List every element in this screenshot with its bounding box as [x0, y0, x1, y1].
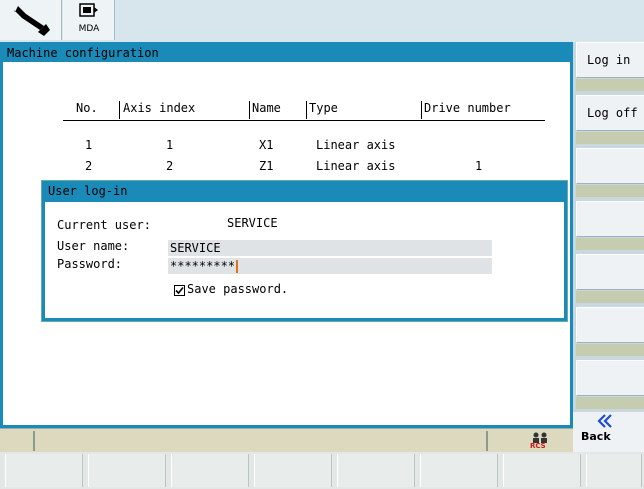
wrench-icon	[14, 6, 50, 36]
cell-axis-index: 1	[166, 138, 174, 152]
cell-axis-index: 2	[166, 159, 174, 173]
current-user-value: SERVICE	[227, 216, 278, 230]
status-divider	[486, 431, 488, 451]
dialog-title: User log-in	[48, 184, 128, 198]
dialog-body: Current user: SERVICE User name: SERVICE…	[45, 202, 564, 318]
save-password-checkbox[interactable]	[174, 285, 185, 296]
horizontal-softkey-2[interactable]	[88, 454, 166, 487]
softkey-separator	[576, 291, 644, 303]
current-user-label: Current user:	[57, 218, 151, 232]
mda-label: MDA	[78, 24, 100, 34]
double-chevron-left-icon	[597, 414, 612, 428]
softkey-5[interactable]	[576, 254, 644, 290]
cell-type: Linear axis	[316, 138, 396, 152]
vertical-softkey-bar: Log in Log off	[573, 42, 644, 428]
back-softkey[interactable]: Back	[573, 412, 644, 452]
username-label: User name:	[57, 239, 130, 253]
log-off-softkey[interactable]: Log off	[576, 95, 644, 131]
cell-type: Linear axis	[316, 159, 396, 173]
text-caret	[236, 260, 239, 273]
softkey-separator	[576, 397, 644, 409]
col-header-no: No.	[76, 101, 98, 115]
back-label: Back	[581, 430, 611, 443]
top-bar: MDA	[0, 0, 644, 42]
mda-button[interactable]: MDA	[63, 0, 115, 40]
status-bar: RCS	[0, 428, 573, 452]
horizontal-softkey-5[interactable]	[337, 454, 415, 487]
softkey-separator	[576, 344, 644, 356]
password-value: *********	[170, 259, 236, 273]
username-field[interactable]: SERVICE	[168, 240, 492, 256]
horizontal-softkey-6[interactable]	[420, 454, 498, 487]
rcs-label: RCS	[530, 442, 546, 450]
horizontal-softkey-7[interactable]	[503, 454, 581, 487]
col-header-type: Type	[309, 101, 338, 115]
horizontal-softkey-1[interactable]	[5, 454, 83, 487]
col-divider	[306, 101, 307, 119]
log-in-softkey[interactable]: Log in	[576, 42, 644, 78]
col-divider	[249, 101, 250, 119]
password-field[interactable]: *********	[168, 258, 492, 274]
softkey-separator	[576, 79, 644, 91]
cell-no: 2	[85, 159, 93, 173]
softkey-separator	[576, 132, 644, 144]
window-title: Machine configuration	[3, 45, 570, 62]
col-header-drive-number: Drive number	[424, 101, 511, 115]
cell-name: X1	[259, 138, 274, 152]
softkey-separator	[576, 185, 644, 197]
checkmark-icon	[175, 286, 184, 295]
col-divider	[119, 101, 120, 119]
header-underline	[63, 120, 545, 121]
mda-screen-icon	[79, 3, 98, 17]
softkey-6[interactable]	[576, 307, 644, 343]
horizontal-softkey-4[interactable]	[254, 454, 332, 487]
col-header-name: Name	[252, 101, 281, 115]
wrench-button[interactable]	[0, 0, 62, 40]
softkey-4[interactable]	[576, 201, 644, 237]
softkey-7[interactable]	[576, 360, 644, 396]
cell-name: Z1	[259, 159, 274, 173]
password-label: Password:	[57, 257, 123, 271]
cell-drive-number: 1	[475, 159, 483, 173]
save-password-label: Save password.	[187, 282, 289, 296]
softkey-3[interactable]	[576, 148, 644, 184]
status-divider	[33, 431, 35, 451]
col-header-axis-index: Axis index	[123, 101, 196, 115]
horizontal-softkey-8[interactable]	[586, 454, 642, 487]
rcs-network-icon: RCS	[528, 431, 554, 451]
cell-no: 1	[85, 138, 93, 152]
horizontal-softkey-bar	[0, 452, 644, 489]
user-log-in-dialog: User log-in Current user: SERVICE User n…	[41, 180, 568, 322]
col-divider	[421, 101, 422, 119]
horizontal-softkey-3[interactable]	[171, 454, 249, 487]
softkey-separator	[576, 238, 644, 250]
username-value: SERVICE	[170, 241, 221, 255]
